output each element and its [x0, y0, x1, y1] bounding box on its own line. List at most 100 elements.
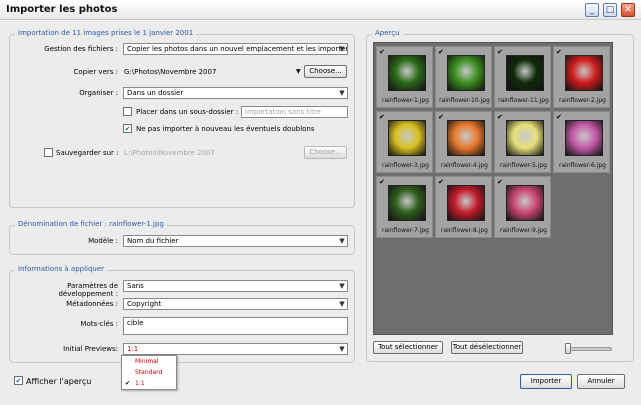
thumbnail-item[interactable]: ✔ rainflower-11.jpg [494, 46, 551, 108]
minimize-button[interactable]: _ [585, 3, 599, 17]
file-handling-select[interactable]: Copier les photos dans un nouvel emplace… [123, 43, 348, 55]
thumbnail-item[interactable]: ✔ rainflower-8.jpg [435, 176, 492, 238]
dev-settings-select[interactable]: Sans ▼ [123, 280, 348, 292]
previews-select[interactable]: 1:1 ▼ [123, 343, 348, 355]
thumbnail-item[interactable]: ✔ rainflower-9.jpg [494, 176, 551, 238]
subfolder-label: Placer dans un sous-dossier : [136, 108, 239, 116]
select-all-button[interactable]: Tout sélectionner [373, 341, 443, 354]
metadata-select[interactable]: Copyright ▼ [123, 298, 348, 310]
metadata-value: Copyright [127, 300, 162, 308]
chevron-down-icon: ▼ [339, 237, 345, 245]
thumbnail-checkbox[interactable]: ✔ [379, 179, 385, 186]
thumbnail-checkbox[interactable]: ✔ [438, 114, 444, 121]
show-preview-label: Afficher l'aperçu [26, 377, 92, 386]
chevron-down-icon: ▼ [339, 282, 345, 290]
thumbnail-image [447, 120, 485, 156]
chevron-down-icon[interactable]: ▼ [296, 68, 301, 75]
thumbnail-caption: rainflower-8.jpg [441, 227, 488, 234]
model-select[interactable]: Nom du fichier ▼ [123, 235, 348, 247]
check-icon: ✔ [125, 380, 131, 387]
thumbnail-grid[interactable]: ✔ rainflower-1.jpg ✔ rainflower-10.jpg ✔ rain… [373, 42, 613, 335]
previews-dropdown-list: Minimal Standard ✔ 1:1 [121, 355, 177, 390]
dev-settings-value: Sans [127, 282, 144, 290]
thumbnail-checkbox[interactable]: ✔ [497, 179, 503, 186]
copy-to-path: G:\Photos\Novembre 2007 [124, 68, 217, 76]
copy-to-label: Copier vers : [73, 68, 118, 76]
thumbnail-caption: rainflower-7.jpg [382, 227, 429, 234]
backup-label: Sauvegarder sur : [56, 149, 119, 157]
thumbnail-checkbox[interactable]: ✔ [497, 49, 503, 56]
thumbnail-item[interactable]: ✔ rainflower-7.jpg [376, 176, 433, 238]
deselect-all-button[interactable]: Tout désélectionner [451, 341, 523, 354]
keywords-label: Mots-clés : [80, 320, 118, 328]
thumbnail-caption: rainflower-1.jpg [382, 97, 429, 104]
subfolder-input[interactable]: Importation sans titre [241, 106, 348, 118]
chevron-down-icon: ▼ [339, 345, 345, 353]
previews-option-minimal[interactable]: Minimal [135, 358, 159, 365]
thumbnail-item[interactable]: ✔ rainflower-4.jpg [435, 111, 492, 173]
no-duplicates-checkbox[interactable]: ✔ [123, 124, 132, 133]
dev-settings-label: Paramètres de développement : [58, 282, 118, 298]
file-handling-value: Copier les photos dans un nouvel emplace… [127, 45, 348, 53]
close-button[interactable]: ✕ [621, 3, 635, 17]
organize-value: Dans un dossier [127, 89, 184, 97]
thumbnail-image [565, 55, 603, 91]
show-preview-checkbox[interactable]: ✔ [14, 376, 23, 385]
previews-option-1-1[interactable]: 1:1 [135, 380, 145, 387]
thumbnail-image [565, 120, 603, 156]
naming-group-title: Dénomination de fichier : rainflower-1.j… [15, 220, 167, 228]
model-value: Nom du fichier [127, 237, 179, 245]
backup-choose-button[interactable]: Choose... [304, 146, 347, 159]
thumbnail-checkbox[interactable]: ✔ [497, 114, 503, 121]
copy-to-choose-button[interactable]: Choose... [304, 65, 347, 78]
subfolder-placeholder: Importation sans titre [245, 108, 321, 116]
thumbnail-caption: rainflower-4.jpg [441, 162, 488, 169]
thumbnail-checkbox[interactable]: ✔ [438, 179, 444, 186]
previews-value: 1:1 [127, 345, 139, 353]
thumbnail-image [447, 55, 485, 91]
previews-option-standard[interactable]: Standard [135, 369, 162, 376]
maximize-button[interactable]: □ [603, 3, 617, 17]
thumbnail-checkbox[interactable]: ✔ [556, 114, 562, 121]
thumbnail-checkbox[interactable]: ✔ [438, 49, 444, 56]
thumbnail-caption: rainflower-2.jpg [559, 97, 606, 104]
thumbnail-item[interactable]: ✔ rainflower-2.jpg [553, 46, 610, 108]
thumbnail-image [506, 55, 544, 91]
thumbnail-caption: rainflower-5.jpg [500, 162, 547, 169]
chevron-down-icon: ▼ [339, 45, 345, 53]
backup-checkbox[interactable] [44, 148, 53, 157]
thumbnail-image [506, 120, 544, 156]
thumbnail-item[interactable]: ✔ rainflower-5.jpg [494, 111, 551, 173]
thumbnail-caption: rainflower-10.jpg [439, 97, 490, 104]
thumbnail-checkbox[interactable]: ✔ [379, 49, 385, 56]
thumbnail-image [506, 185, 544, 221]
backup-path: L:\Photos\Novembre 2007 [124, 149, 215, 157]
organize-label: Organiser : [79, 89, 118, 97]
thumbnail-checkbox[interactable]: ✔ [556, 49, 562, 56]
import-group-title: Importation de 11 images prises le 1 jan… [15, 29, 197, 37]
thumbnail-caption: rainflower-9.jpg [500, 227, 547, 234]
cancel-button[interactable]: Annuler [577, 374, 625, 389]
thumbnail-caption: rainflower-11.jpg [498, 97, 549, 104]
chevron-down-icon: ▼ [339, 300, 345, 308]
thumbnail-item[interactable]: ✔ rainflower-6.jpg [553, 111, 610, 173]
previews-label: Initial Previews: [63, 345, 118, 353]
thumbnail-size-slider[interactable] [565, 343, 612, 354]
thumbnail-item[interactable]: ✔ rainflower-10.jpg [435, 46, 492, 108]
thumbnail-item[interactable]: ✔ rainflower-3.jpg [376, 111, 433, 173]
thumbnail-item[interactable]: ✔ rainflower-1.jpg [376, 46, 433, 108]
model-label: Modèle : [88, 237, 118, 245]
title-bar: Importer les photos _ □ ✕ [0, 0, 641, 20]
slider-handle[interactable] [565, 343, 571, 354]
thumbnail-caption: rainflower-6.jpg [559, 162, 606, 169]
thumbnail-image [388, 55, 426, 91]
metadata-label: Métadonnées : [66, 300, 118, 308]
import-button[interactable]: Importer [520, 374, 572, 389]
thumbnail-checkbox[interactable]: ✔ [379, 114, 385, 121]
keywords-input[interactable]: cible [123, 317, 348, 335]
keywords-value: cible [127, 319, 144, 327]
thumbnail-image [388, 120, 426, 156]
subfolder-checkbox[interactable] [123, 107, 132, 116]
organize-select[interactable]: Dans un dossier ▼ [123, 87, 348, 99]
thumbnail-image [388, 185, 426, 221]
